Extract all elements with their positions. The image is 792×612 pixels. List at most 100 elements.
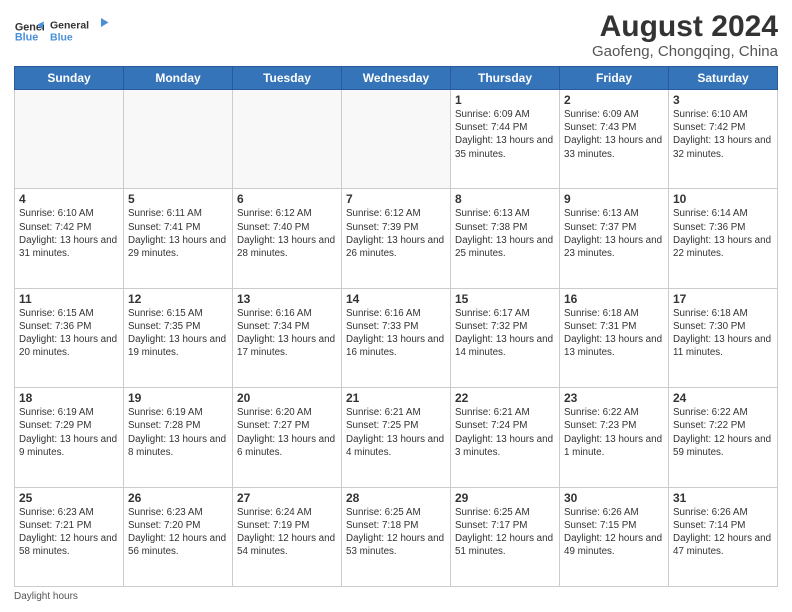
calendar-cell: 14Sunrise: 6:16 AM Sunset: 7:33 PM Dayli… (342, 288, 451, 387)
calendar-cell: 9Sunrise: 6:13 AM Sunset: 7:37 PM Daylig… (560, 189, 669, 288)
week-row-0: 1Sunrise: 6:09 AM Sunset: 7:44 PM Daylig… (15, 90, 778, 189)
calendar-cell: 10Sunrise: 6:14 AM Sunset: 7:36 PM Dayli… (669, 189, 778, 288)
calendar-cell: 3Sunrise: 6:10 AM Sunset: 7:42 PM Daylig… (669, 90, 778, 189)
day-info: Sunrise: 6:13 AM Sunset: 7:38 PM Dayligh… (455, 207, 555, 260)
col-sunday: Sunday (15, 67, 124, 90)
calendar-cell: 6Sunrise: 6:12 AM Sunset: 7:40 PM Daylig… (233, 189, 342, 288)
day-number: 2 (564, 93, 664, 107)
calendar-cell: 24Sunrise: 6:22 AM Sunset: 7:22 PM Dayli… (669, 388, 778, 487)
day-info: Sunrise: 6:23 AM Sunset: 7:20 PM Dayligh… (128, 506, 228, 559)
day-info: Sunrise: 6:10 AM Sunset: 7:42 PM Dayligh… (673, 108, 773, 161)
day-number: 14 (346, 292, 446, 306)
day-info: Sunrise: 6:12 AM Sunset: 7:39 PM Dayligh… (346, 207, 446, 260)
day-info: Sunrise: 6:26 AM Sunset: 7:15 PM Dayligh… (564, 506, 664, 559)
day-info: Sunrise: 6:13 AM Sunset: 7:37 PM Dayligh… (564, 207, 664, 260)
calendar-cell: 27Sunrise: 6:24 AM Sunset: 7:19 PM Dayli… (233, 487, 342, 586)
day-info: Sunrise: 6:24 AM Sunset: 7:19 PM Dayligh… (237, 506, 337, 559)
header-row: Sunday Monday Tuesday Wednesday Thursday… (15, 67, 778, 90)
calendar-table: Sunday Monday Tuesday Wednesday Thursday… (14, 66, 778, 587)
day-number: 18 (19, 391, 119, 405)
logo-icon: General Blue (14, 18, 44, 48)
svg-text:Blue: Blue (50, 32, 73, 44)
day-info: Sunrise: 6:17 AM Sunset: 7:32 PM Dayligh… (455, 307, 555, 360)
day-number: 28 (346, 491, 446, 505)
day-info: Sunrise: 6:14 AM Sunset: 7:36 PM Dayligh… (673, 207, 773, 260)
col-saturday: Saturday (669, 67, 778, 90)
footer: Daylight hours (14, 591, 778, 602)
day-number: 3 (673, 93, 773, 107)
day-number: 30 (564, 491, 664, 505)
day-number: 17 (673, 292, 773, 306)
day-info: Sunrise: 6:25 AM Sunset: 7:18 PM Dayligh… (346, 506, 446, 559)
day-number: 15 (455, 292, 555, 306)
day-info: Sunrise: 6:20 AM Sunset: 7:27 PM Dayligh… (237, 406, 337, 459)
day-number: 26 (128, 491, 228, 505)
page-title: August 2024 (592, 10, 778, 43)
calendar-cell: 21Sunrise: 6:21 AM Sunset: 7:25 PM Dayli… (342, 388, 451, 487)
week-row-4: 25Sunrise: 6:23 AM Sunset: 7:21 PM Dayli… (15, 487, 778, 586)
calendar-cell: 30Sunrise: 6:26 AM Sunset: 7:15 PM Dayli… (560, 487, 669, 586)
calendar-cell (342, 90, 451, 189)
week-row-1: 4Sunrise: 6:10 AM Sunset: 7:42 PM Daylig… (15, 189, 778, 288)
day-number: 1 (455, 93, 555, 107)
calendar-cell: 12Sunrise: 6:15 AM Sunset: 7:35 PM Dayli… (124, 288, 233, 387)
page-subtitle: Gaofeng, Chongqing, China (592, 43, 778, 60)
day-info: Sunrise: 6:16 AM Sunset: 7:33 PM Dayligh… (346, 307, 446, 360)
day-number: 21 (346, 391, 446, 405)
day-number: 29 (455, 491, 555, 505)
day-number: 16 (564, 292, 664, 306)
day-info: Sunrise: 6:21 AM Sunset: 7:24 PM Dayligh… (455, 406, 555, 459)
calendar-header: Sunday Monday Tuesday Wednesday Thursday… (15, 67, 778, 90)
day-number: 22 (455, 391, 555, 405)
day-number: 23 (564, 391, 664, 405)
calendar-cell: 26Sunrise: 6:23 AM Sunset: 7:20 PM Dayli… (124, 487, 233, 586)
calendar-cell: 31Sunrise: 6:26 AM Sunset: 7:14 PM Dayli… (669, 487, 778, 586)
day-number: 25 (19, 491, 119, 505)
calendar-cell: 7Sunrise: 6:12 AM Sunset: 7:39 PM Daylig… (342, 189, 451, 288)
day-info: Sunrise: 6:09 AM Sunset: 7:43 PM Dayligh… (564, 108, 664, 161)
calendar-cell: 20Sunrise: 6:20 AM Sunset: 7:27 PM Dayli… (233, 388, 342, 487)
day-info: Sunrise: 6:11 AM Sunset: 7:41 PM Dayligh… (128, 207, 228, 260)
day-info: Sunrise: 6:22 AM Sunset: 7:22 PM Dayligh… (673, 406, 773, 459)
day-info: Sunrise: 6:15 AM Sunset: 7:36 PM Dayligh… (19, 307, 119, 360)
calendar-cell: 15Sunrise: 6:17 AM Sunset: 7:32 PM Dayli… (451, 288, 560, 387)
calendar-cell: 4Sunrise: 6:10 AM Sunset: 7:42 PM Daylig… (15, 189, 124, 288)
day-number: 12 (128, 292, 228, 306)
calendar-cell (15, 90, 124, 189)
day-info: Sunrise: 6:19 AM Sunset: 7:29 PM Dayligh… (19, 406, 119, 459)
calendar-cell: 23Sunrise: 6:22 AM Sunset: 7:23 PM Dayli… (560, 388, 669, 487)
calendar-cell: 22Sunrise: 6:21 AM Sunset: 7:24 PM Dayli… (451, 388, 560, 487)
calendar-cell: 1Sunrise: 6:09 AM Sunset: 7:44 PM Daylig… (451, 90, 560, 189)
calendar-cell: 19Sunrise: 6:19 AM Sunset: 7:28 PM Dayli… (124, 388, 233, 487)
title-block: August 2024 Gaofeng, Chongqing, China (592, 10, 778, 60)
svg-text:Blue: Blue (15, 31, 38, 43)
col-wednesday: Wednesday (342, 67, 451, 90)
calendar-cell: 16Sunrise: 6:18 AM Sunset: 7:31 PM Dayli… (560, 288, 669, 387)
day-info: Sunrise: 6:22 AM Sunset: 7:23 PM Dayligh… (564, 406, 664, 459)
calendar-cell: 18Sunrise: 6:19 AM Sunset: 7:29 PM Dayli… (15, 388, 124, 487)
calendar-cell: 25Sunrise: 6:23 AM Sunset: 7:21 PM Dayli… (15, 487, 124, 586)
day-info: Sunrise: 6:18 AM Sunset: 7:31 PM Dayligh… (564, 307, 664, 360)
week-row-3: 18Sunrise: 6:19 AM Sunset: 7:29 PM Dayli… (15, 388, 778, 487)
calendar-cell (124, 90, 233, 189)
day-info: Sunrise: 6:15 AM Sunset: 7:35 PM Dayligh… (128, 307, 228, 360)
day-info: Sunrise: 6:09 AM Sunset: 7:44 PM Dayligh… (455, 108, 555, 161)
day-info: Sunrise: 6:26 AM Sunset: 7:14 PM Dayligh… (673, 506, 773, 559)
day-number: 9 (564, 192, 664, 206)
day-number: 8 (455, 192, 555, 206)
day-number: 7 (346, 192, 446, 206)
day-number: 4 (19, 192, 119, 206)
day-info: Sunrise: 6:12 AM Sunset: 7:40 PM Dayligh… (237, 207, 337, 260)
day-number: 13 (237, 292, 337, 306)
day-info: Sunrise: 6:16 AM Sunset: 7:34 PM Dayligh… (237, 307, 337, 360)
calendar-cell: 29Sunrise: 6:25 AM Sunset: 7:17 PM Dayli… (451, 487, 560, 586)
day-number: 11 (19, 292, 119, 306)
day-number: 31 (673, 491, 773, 505)
day-info: Sunrise: 6:18 AM Sunset: 7:30 PM Dayligh… (673, 307, 773, 360)
day-number: 24 (673, 391, 773, 405)
daylight-label: Daylight hours (14, 591, 78, 602)
col-monday: Monday (124, 67, 233, 90)
calendar-cell: 13Sunrise: 6:16 AM Sunset: 7:34 PM Dayli… (233, 288, 342, 387)
week-row-2: 11Sunrise: 6:15 AM Sunset: 7:36 PM Dayli… (15, 288, 778, 387)
day-info: Sunrise: 6:10 AM Sunset: 7:42 PM Dayligh… (19, 207, 119, 260)
